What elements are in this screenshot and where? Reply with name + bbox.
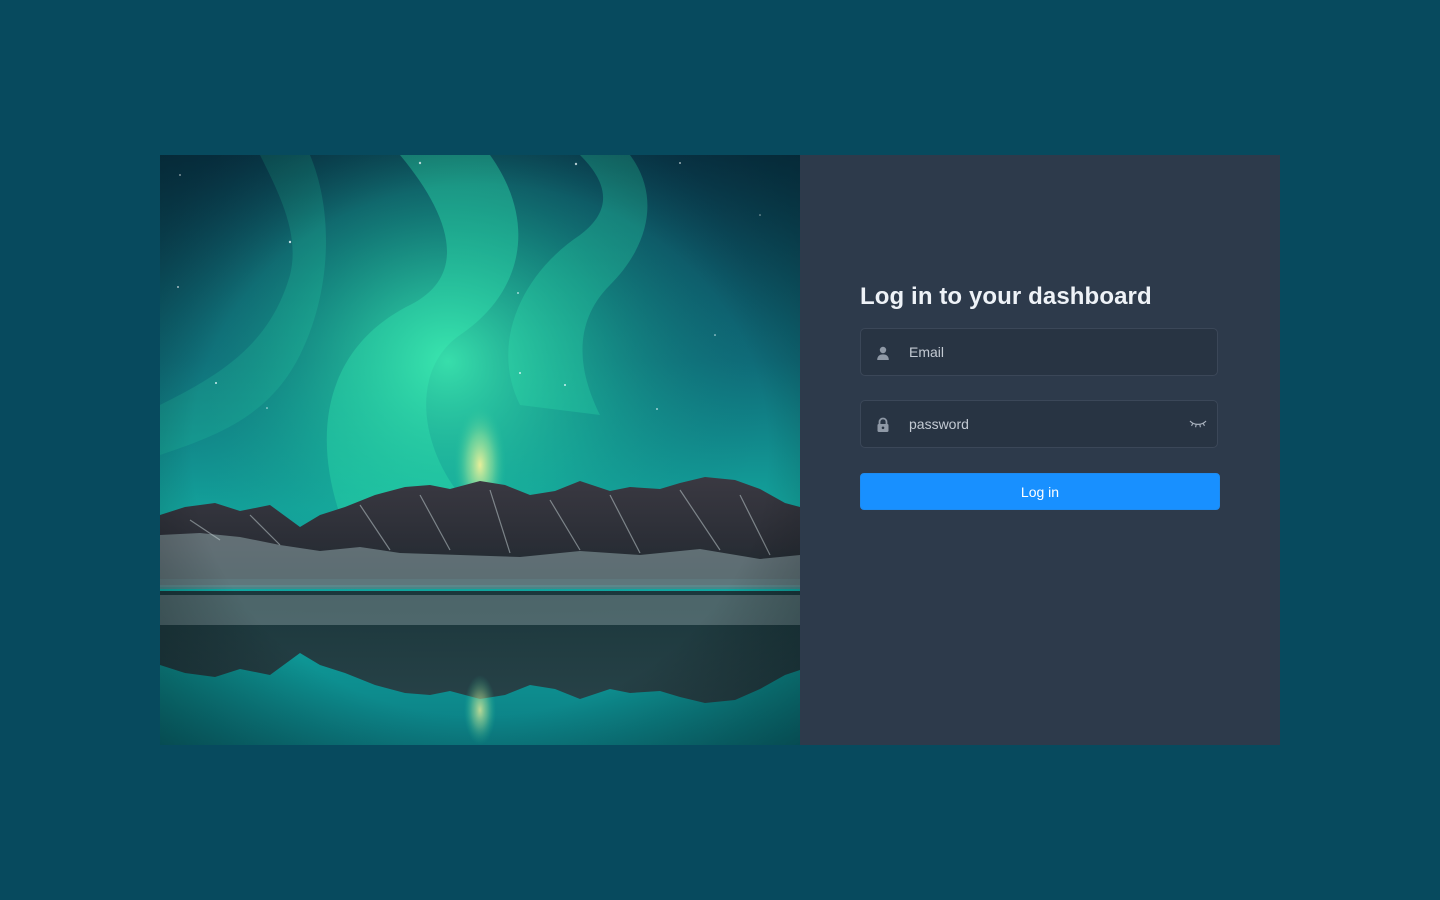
password-field[interactable]	[860, 400, 1218, 448]
login-panel: Log in to your dashboard Log in	[800, 155, 1280, 745]
login-title: Log in to your dashboard	[860, 283, 1152, 310]
email-field[interactable]	[860, 328, 1218, 376]
email-input[interactable]	[909, 329, 1179, 375]
lock-icon	[877, 417, 889, 432]
login-button[interactable]: Log in	[860, 473, 1220, 510]
user-icon	[877, 346, 889, 360]
eye-closed-icon[interactable]	[1189, 418, 1207, 430]
password-input[interactable]	[909, 401, 1179, 447]
aurora-mountain-image	[160, 155, 800, 745]
login-card: Log in to your dashboard Log in	[160, 155, 1280, 745]
